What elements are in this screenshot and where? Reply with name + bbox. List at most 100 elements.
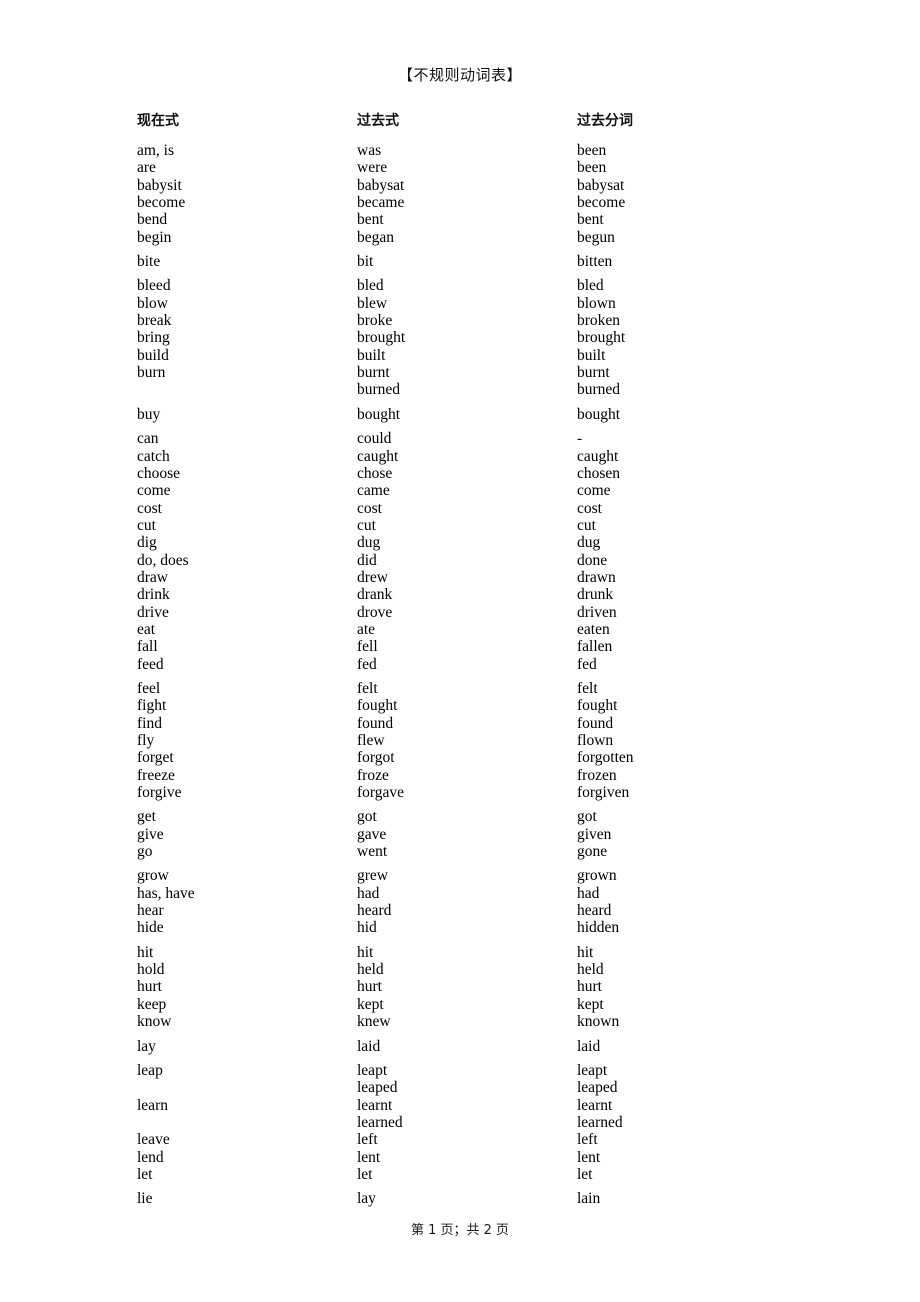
table-row: build built built	[0, 347, 920, 364]
cell-past-participle: built	[577, 346, 606, 364]
cell-present: babysit	[137, 176, 182, 194]
table-row: fall fell fallen	[0, 638, 920, 655]
cell-present: learn	[137, 1096, 168, 1114]
cell-past-participle: given	[577, 825, 612, 843]
cell-past-participle: been	[577, 159, 607, 177]
cell-past: became	[357, 194, 405, 212]
cell-present: are	[137, 159, 156, 177]
cell-past-participle: had	[577, 884, 600, 902]
cell-past: bit	[357, 253, 374, 271]
cell-past: lay	[357, 1190, 376, 1208]
table-row: burn burnt burnt	[0, 364, 920, 381]
table-row: freeze froze frozen	[0, 767, 920, 784]
table-row: fight fought fought	[0, 697, 920, 714]
cell-past-participle: done	[577, 551, 608, 569]
cell-past: caught	[357, 447, 399, 465]
column-header-past-participle: 过去分词	[577, 113, 633, 129]
table-row: lay laid laid	[0, 1038, 920, 1055]
cell-present: bite	[137, 253, 161, 271]
cell-past: bought	[357, 405, 401, 423]
table-row: lend lent lent	[0, 1149, 920, 1166]
cell-past: could	[357, 430, 392, 448]
cell-past: leapt	[357, 1061, 388, 1079]
cell-present: dig	[137, 534, 157, 552]
table-row: leave left left	[0, 1131, 920, 1148]
cell-present: has, have	[137, 884, 195, 902]
cell-present: forget	[137, 749, 174, 767]
cell-past: broke	[357, 312, 393, 330]
cell-present: come	[137, 482, 171, 500]
cell-past: let	[357, 1165, 373, 1183]
cell-past: built	[357, 346, 386, 364]
table-row: find found found	[0, 715, 920, 732]
cell-past-participle: bled	[577, 277, 604, 295]
cell-past-participle: held	[577, 961, 604, 979]
cell-present: lie	[137, 1190, 153, 1208]
table-row: bleed bled bled	[0, 277, 920, 294]
cell-present: catch	[137, 447, 170, 465]
cell-past-participle: flown	[577, 732, 614, 749]
table-row: hit hit hit	[0, 944, 920, 961]
table-row: break broke broken	[0, 312, 920, 329]
cell-present: can	[137, 430, 159, 448]
cell-past: hid	[357, 919, 377, 937]
cell-present: draw	[137, 568, 168, 586]
table-row: choose chose chosen	[0, 465, 920, 482]
cell-past-participle: leapt	[577, 1061, 608, 1079]
table-row: go went gone	[0, 843, 920, 860]
cell-past: learned	[357, 1113, 403, 1131]
cell-past-participle: driven	[577, 603, 617, 621]
cell-past: drove	[357, 603, 393, 621]
cell-past-participle: eaten	[577, 620, 610, 638]
cell-present: am, is	[137, 142, 175, 159]
cell-present: bleed	[137, 277, 171, 295]
cell-past: did	[357, 551, 377, 569]
cell-present: become	[137, 194, 186, 212]
table-row: give gave given	[0, 826, 920, 843]
cell-present: hurt	[137, 978, 162, 996]
cell-past: knew	[357, 1013, 391, 1031]
document-page: 【不规则动词表】 现在式 过去式 过去分词 am, is was been are we…	[0, 0, 920, 1302]
verb-table-body: am, is was been are were been babysit babysat ba…	[0, 142, 920, 1208]
cell-past-participle: caught	[577, 447, 619, 465]
cell-past-participle: gone	[577, 843, 608, 861]
cell-present: burn	[137, 364, 166, 382]
table-row: get got got	[0, 808, 920, 825]
cell-present: go	[137, 843, 153, 861]
table-row: buy bought bought	[0, 406, 920, 423]
cell-past: chose	[357, 464, 393, 482]
cell-present: eat	[137, 620, 156, 638]
table-row: babysit babysat babysat	[0, 177, 920, 194]
cell-past: grew	[357, 867, 388, 885]
cell-past-participle: chosen	[577, 464, 621, 482]
cell-past: ate	[357, 620, 376, 638]
table-row: burned burned	[0, 381, 920, 398]
cell-past: babysat	[357, 176, 405, 194]
cell-past: was	[357, 142, 382, 159]
cell-present: drive	[137, 603, 169, 621]
cell-past-participle: -	[577, 430, 583, 448]
cell-present: fall	[137, 638, 158, 656]
cell-present: give	[137, 825, 164, 843]
cell-present: bend	[137, 211, 168, 229]
cell-past: found	[357, 714, 394, 732]
table-row: bring brought brought	[0, 329, 920, 346]
cell-past-participle: cost	[577, 499, 602, 517]
cell-past: hit	[357, 943, 374, 961]
table-row: do, does did done	[0, 552, 920, 569]
cell-present: feed	[137, 655, 164, 673]
cell-present: cost	[137, 499, 162, 517]
cell-past-participle: frozen	[577, 766, 617, 784]
cell-present: freeze	[137, 766, 175, 784]
cell-present: fly	[137, 732, 155, 749]
table-row: am, is was been	[0, 142, 920, 159]
cell-past-participle: babysat	[577, 176, 625, 194]
cell-present: fight	[137, 697, 167, 715]
cell-past-participle: lent	[577, 1148, 601, 1166]
cell-past-participle: let	[577, 1165, 593, 1183]
table-row: hurt hurt hurt	[0, 978, 920, 995]
cell-past-participle: dug	[577, 534, 601, 552]
column-header-past: 过去式	[357, 113, 399, 129]
cell-past: bent	[357, 211, 384, 229]
cell-present: hide	[137, 919, 164, 937]
